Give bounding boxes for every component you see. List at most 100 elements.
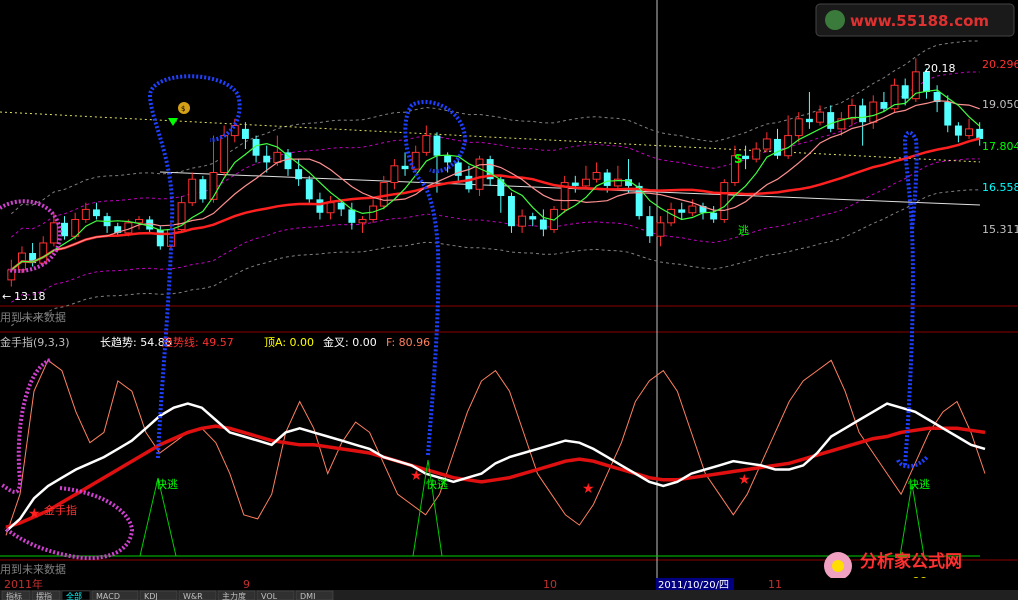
candle [61, 216, 68, 240]
future-data-note-lower: 用到未来数据 [0, 562, 66, 576]
price-label: 16.558 [982, 181, 1018, 194]
long-trend-value: 长趋势: 54.86 [100, 336, 172, 349]
price-label: 15.311 [982, 223, 1018, 236]
trend-line-value: 趋势线: 49.57 [162, 335, 234, 349]
moving-averages [10, 89, 981, 271]
timeline-label: 2011年 [4, 577, 43, 591]
candle [752, 142, 761, 163]
candle [390, 159, 399, 190]
candle [859, 98, 867, 146]
tab-8[interactable]: VOL [261, 592, 278, 600]
money-bag-icon: $ [168, 102, 190, 126]
candle [625, 159, 632, 193]
tab-5[interactable]: KDJ [144, 592, 158, 600]
ma-line [10, 137, 981, 271]
tab-9[interactable]: DMI [300, 592, 315, 600]
candle [518, 209, 527, 233]
escape-spikes [0, 459, 980, 557]
candle [613, 165, 622, 190]
escape-signal: 逃 [738, 224, 749, 237]
svg-text:$: $ [181, 105, 185, 113]
candle [890, 78, 899, 113]
quick-escape-label: 快逃 [908, 478, 930, 491]
candle [592, 162, 601, 183]
quick-escape-label: 快逃 [156, 478, 178, 491]
candle [177, 195, 186, 233]
candle [869, 95, 878, 129]
candle [7, 259, 16, 287]
tab-4[interactable]: MACD [96, 592, 120, 600]
gold-finger-label: 金手指 [44, 503, 77, 517]
candle [571, 175, 579, 193]
candle [71, 212, 80, 240]
candle [358, 216, 367, 233]
candle [954, 122, 962, 143]
tab-2[interactable]: 摆指 [36, 591, 52, 600]
candle [241, 122, 249, 150]
tab-3[interactable]: 全部 [66, 591, 82, 600]
high-marker: 20.18 [924, 62, 956, 75]
band-line [11, 189, 980, 327]
candle [933, 85, 941, 113]
price-label: 17.804 [982, 140, 1018, 153]
candle [774, 128, 781, 160]
candle [784, 115, 793, 160]
candle [762, 132, 771, 153]
svg-text:★: ★ [582, 481, 595, 497]
candles [7, 58, 984, 287]
indicator-lines [5, 359, 986, 536]
candle [92, 202, 100, 220]
candle [805, 91, 813, 129]
candle [848, 98, 856, 126]
candle [656, 216, 665, 247]
golden-cross-value: 金叉: 0.00 [323, 335, 377, 349]
candle [560, 175, 569, 213]
f-value: F: 80.96 [386, 336, 430, 349]
price-label: 20.296 [982, 58, 1018, 71]
timeline-bar [0, 578, 1018, 590]
candle [103, 212, 111, 233]
candle [720, 179, 729, 223]
candle [646, 206, 654, 243]
candle [678, 202, 686, 220]
timeline-label: 9 [243, 578, 250, 591]
timeline-highlight[interactable]: 2011/10/20/四 [658, 580, 729, 591]
low-marker-arrow: ← [2, 290, 11, 303]
svg-text:★: ★ [738, 472, 751, 488]
candle [422, 125, 431, 156]
timeline-label: 11 [768, 578, 782, 591]
indicator-name: 金手指(9,3,3) [0, 335, 70, 349]
svg-text:分析家公式网: 分析家公式网 [860, 551, 962, 572]
candle [965, 118, 973, 139]
candle [252, 135, 260, 163]
candle [529, 212, 537, 227]
candle [508, 192, 515, 233]
low-marker: 13.18 [14, 290, 46, 303]
trend-line-line [5, 424, 986, 529]
svg-text:★: ★ [28, 506, 41, 522]
price-label: 19.050 [982, 98, 1018, 111]
future-data-note: 用到未来数据 [0, 310, 66, 324]
quick-escape-label: 快逃 [426, 478, 448, 491]
candle [742, 145, 750, 170]
candle [827, 105, 835, 133]
timeline-label: 10 [543, 578, 557, 591]
s-signal: S [734, 152, 743, 166]
tab-6[interactable]: W&R [183, 592, 203, 600]
watermark-logo: www.55188.com [815, 3, 1015, 37]
top-a-value: 顶A: 0.00 [264, 336, 314, 349]
candle [305, 175, 313, 203]
candle [486, 155, 494, 186]
candle [539, 209, 547, 237]
blue-annotations [147, 74, 930, 469]
candle [710, 206, 718, 223]
candle [880, 91, 888, 113]
tab-1[interactable]: 指标 [6, 591, 22, 600]
candle [188, 172, 197, 207]
tab-7[interactable]: 主力度 [222, 591, 246, 600]
tab-row: 指标 摆指 全部 MACD KDJ W&R 主力度 VOL DMI [1, 590, 334, 600]
stock-chart: 20.296 19.050 17.804 16.558 15.311 20.18… [0, 0, 1018, 600]
candle [581, 165, 590, 190]
candle [199, 175, 207, 203]
candle [230, 118, 239, 143]
